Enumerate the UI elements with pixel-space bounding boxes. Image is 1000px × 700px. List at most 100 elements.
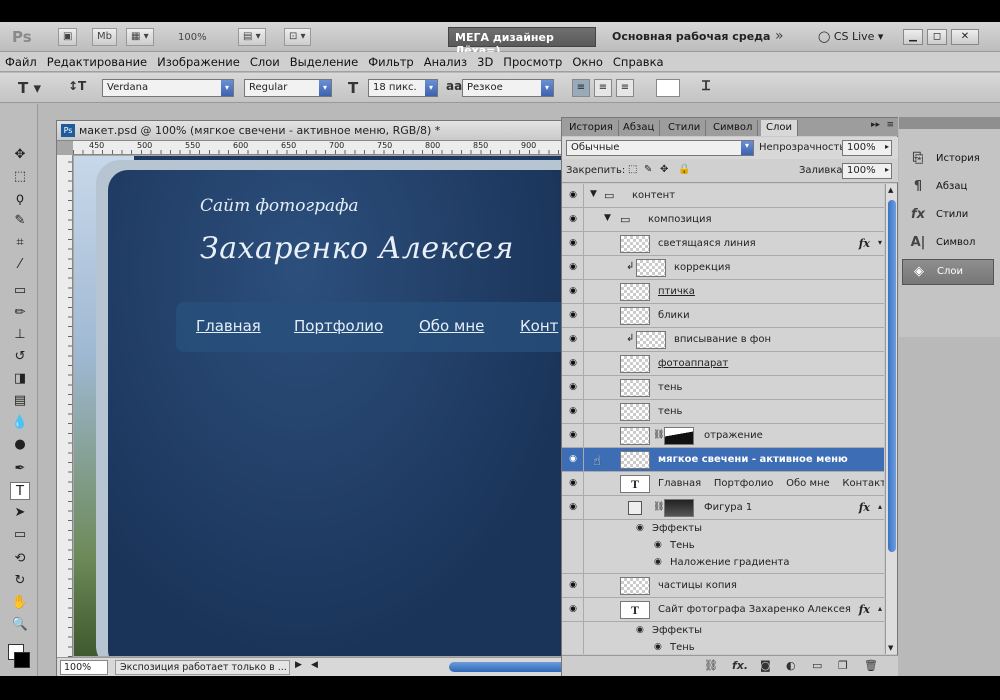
- dock-history[interactable]: ⎘ История: [902, 147, 994, 173]
- document-tab[interactable]: Ps макет.psd @ 100% (мягкое свечени - ак…: [57, 121, 577, 141]
- eye-icon[interactable]: ◉: [654, 642, 662, 652]
- layer-row[interactable]: ◉ частицы копия: [562, 574, 884, 598]
- dodge-tool-icon[interactable]: ●: [10, 436, 30, 454]
- screen-mode-icon[interactable]: ▤ ▾: [238, 28, 266, 46]
- layer-row[interactable]: ◉ тень: [562, 376, 884, 400]
- layer-row[interactable]: ◉ ⛓ Фигура 1 fx ▴: [562, 496, 884, 520]
- effects-row[interactable]: ◉ Эффекты: [562, 520, 884, 537]
- fx-icon[interactable]: fx: [859, 501, 870, 514]
- menu-select[interactable]: Выделение: [285, 52, 364, 72]
- layer-row-selected[interactable]: ◉ мягкое свечени - активное меню: [562, 448, 884, 472]
- zoom-tool-icon[interactable]: 🔍: [10, 616, 30, 634]
- group-expand-icon[interactable]: ▼: [590, 189, 597, 199]
- 3d-orbit-tool-icon[interactable]: ↻: [10, 572, 30, 590]
- eye-icon[interactable]: ◉: [654, 540, 662, 550]
- eraser-tool-icon[interactable]: ◨: [10, 370, 30, 388]
- toggle-orientation-icon[interactable]: ↕T: [68, 79, 86, 93]
- new-layer-icon[interactable]: ❐: [838, 659, 848, 672]
- align-center-button[interactable]: ≡: [594, 79, 612, 97]
- layer-row[interactable]: ◉ ↲ вписывание в фон: [562, 328, 884, 352]
- dock-paragraph[interactable]: ¶ Абзац: [902, 175, 994, 201]
- dock-character[interactable]: A| Символ: [902, 231, 994, 257]
- align-left-button[interactable]: ≡: [572, 79, 590, 97]
- eye-icon[interactable]: ◉: [566, 190, 580, 200]
- crop-tool-icon[interactable]: ⌗: [10, 234, 30, 252]
- link-icon[interactable]: ⛓: [653, 502, 664, 512]
- add-mask-icon[interactable]: ◙: [760, 659, 771, 672]
- panel-menu-icon[interactable]: ≡: [886, 120, 894, 130]
- link-icon[interactable]: ⛓: [653, 430, 664, 440]
- pen-tool-icon[interactable]: ✒: [10, 460, 30, 478]
- menu-window[interactable]: Окно: [567, 52, 608, 72]
- lasso-tool-icon[interactable]: ϙ: [10, 190, 30, 208]
- hand-tool-icon[interactable]: ✋: [10, 594, 30, 612]
- collapse-effects-icon[interactable]: ▾: [878, 238, 882, 247]
- cs-live-menu[interactable]: ◯ CS Live ▾: [818, 30, 883, 43]
- restore-button[interactable]: ◻: [927, 29, 947, 45]
- close-button[interactable]: ✕: [951, 29, 979, 45]
- layer-row[interactable]: ◉ светящаяся линия fx ▾: [562, 232, 884, 256]
- eye-icon[interactable]: ◉: [566, 358, 580, 368]
- type-tool-icon[interactable]: T: [10, 482, 30, 500]
- brush-tool-icon[interactable]: ✏: [10, 304, 30, 322]
- marquee-tool-icon[interactable]: ⬚: [10, 168, 30, 186]
- nav-portfolio-link[interactable]: Портфолио: [294, 317, 383, 335]
- eye-icon[interactable]: ◉: [566, 478, 580, 488]
- type-tool-preset-icon[interactable]: T ▾: [18, 79, 41, 97]
- layer-row[interactable]: ◉ ↲ коррекция: [562, 256, 884, 280]
- zoom-level[interactable]: 100%: [178, 32, 207, 43]
- eye-icon[interactable]: ◉: [566, 310, 580, 320]
- blur-tool-icon[interactable]: 💧: [10, 414, 30, 432]
- eye-icon[interactable]: ◉: [566, 406, 580, 416]
- font-family-select[interactable]: Verdana ▾: [102, 79, 234, 97]
- dock-styles[interactable]: fx Стили: [902, 203, 994, 229]
- more-workspaces-icon[interactable]: »: [775, 28, 784, 44]
- menu-analysis[interactable]: Анализ: [419, 52, 472, 72]
- collapse-effects-icon[interactable]: ▴: [878, 604, 882, 613]
- eye-icon[interactable]: ◉: [566, 334, 580, 344]
- menu-edit[interactable]: Редактирование: [42, 52, 152, 72]
- view-extras-icon[interactable]: ▦ ▾: [126, 28, 154, 46]
- eye-icon[interactable]: ◉: [566, 262, 580, 272]
- effect-row[interactable]: ◉ Тень: [562, 639, 884, 654]
- scroll-down-icon[interactable]: ▼: [888, 644, 893, 652]
- layer-row[interactable]: ◉ T Главная Портфолио Обо мне Контакты: [562, 472, 884, 496]
- antialias-select[interactable]: Резкое ▾: [462, 79, 554, 97]
- layer-mask-thumbnail[interactable]: [664, 427, 694, 445]
- add-style-icon[interactable]: fx.: [732, 659, 748, 672]
- menu-help[interactable]: Справка: [608, 52, 669, 72]
- eye-icon[interactable]: ◉: [566, 580, 580, 590]
- dock-layers[interactable]: ◈ Слои: [902, 259, 994, 285]
- tab-history[interactable]: История: [564, 120, 619, 136]
- eye-icon[interactable]: ◉: [636, 523, 644, 533]
- blend-mode-select[interactable]: Обычные ▾: [566, 140, 754, 156]
- eye-icon[interactable]: ◉: [636, 625, 644, 635]
- horizontal-ruler[interactable]: 450 500 550 600 650 700 750 800 850 900: [73, 141, 577, 155]
- menu-filter[interactable]: Фильтр: [363, 52, 419, 72]
- status-arrow-icon[interactable]: ▶: [295, 660, 302, 670]
- new-group-icon[interactable]: ▭: [812, 659, 822, 672]
- canvas[interactable]: Сайт фотографа Захаренко Алексея Главная…: [74, 156, 577, 656]
- vertical-ruler[interactable]: [57, 155, 73, 657]
- menu-file[interactable]: Файл: [0, 52, 42, 72]
- horizontal-scrollbar[interactable]: [449, 662, 574, 672]
- eye-icon[interactable]: ◉: [566, 430, 580, 440]
- tab-layers[interactable]: Слои: [761, 120, 798, 136]
- font-style-select[interactable]: Regular ▾: [244, 79, 332, 97]
- arrange-documents-icon[interactable]: ⊡ ▾: [284, 28, 311, 46]
- status-zoom[interactable]: 100%: [60, 660, 108, 675]
- layer-row[interactable]: ◉ ⛓ отражение: [562, 424, 884, 448]
- layer-row[interactable]: ◉ ▼ ▭ контент: [562, 184, 884, 208]
- lock-transparency-icon[interactable]: ⬚: [628, 164, 637, 175]
- stamp-tool-icon[interactable]: ⊥: [10, 326, 30, 344]
- layer-row[interactable]: ◉ T Сайт фотографа Захаренко Алексея fx …: [562, 598, 884, 622]
- align-right-button[interactable]: ≡: [616, 79, 634, 97]
- eye-icon[interactable]: ◉: [566, 382, 580, 392]
- layer-row[interactable]: ◉ блики: [562, 304, 884, 328]
- workspace-name[interactable]: Основная рабочая среда: [612, 30, 770, 43]
- menu-3d[interactable]: 3D: [472, 52, 498, 72]
- nav-home-link[interactable]: Главная: [196, 317, 261, 335]
- eye-icon[interactable]: ◉: [566, 286, 580, 296]
- collapse-effects-icon[interactable]: ▴: [878, 502, 882, 511]
- eyedropper-tool-icon[interactable]: ⁄: [10, 256, 30, 274]
